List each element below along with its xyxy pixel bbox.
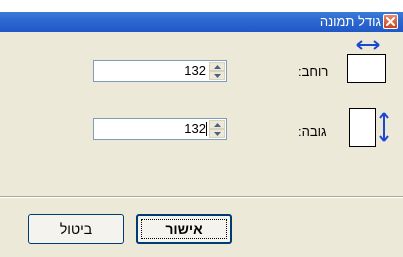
spin-down-icon xyxy=(214,132,221,136)
spin-up-icon xyxy=(214,123,221,127)
width-increment-button[interactable] xyxy=(209,62,225,71)
title-bar[interactable]: גודל תמונה xyxy=(0,0,403,32)
width-decrement-button[interactable] xyxy=(209,71,225,80)
divider xyxy=(0,196,403,198)
spin-down-icon xyxy=(214,74,221,78)
width-arrow-icon xyxy=(347,40,386,83)
height-label: גובה: xyxy=(298,124,327,139)
height-arrow-icon xyxy=(349,108,389,147)
text-caret xyxy=(206,122,207,136)
width-input[interactable]: 132 xyxy=(93,60,227,82)
height-value: 132 xyxy=(184,121,206,136)
close-icon xyxy=(386,17,395,26)
height-decrement-button[interactable] xyxy=(209,129,225,138)
close-button[interactable] xyxy=(383,14,398,29)
ok-button[interactable]: אישור xyxy=(136,214,232,244)
cancel-button-label: ביטול xyxy=(59,221,93,237)
height-input[interactable]: 132 xyxy=(93,118,227,140)
dialog-title: גודל תמונה xyxy=(319,14,381,29)
width-row: 132 רוחב: xyxy=(0,40,403,96)
height-spinner[interactable] xyxy=(209,120,225,138)
image-size-dialog: גודל תמונה 132 רוחב: 132 גובה: ביטול איש… xyxy=(0,0,403,257)
width-spinner[interactable] xyxy=(209,62,225,80)
width-label: רוחב: xyxy=(298,64,329,79)
focus-ring xyxy=(141,219,227,239)
width-value: 132 xyxy=(184,63,206,78)
height-row: 132 גובה: xyxy=(0,108,403,154)
spin-up-icon xyxy=(214,65,221,69)
height-increment-button[interactable] xyxy=(209,120,225,129)
cancel-button[interactable]: ביטול xyxy=(28,214,124,244)
